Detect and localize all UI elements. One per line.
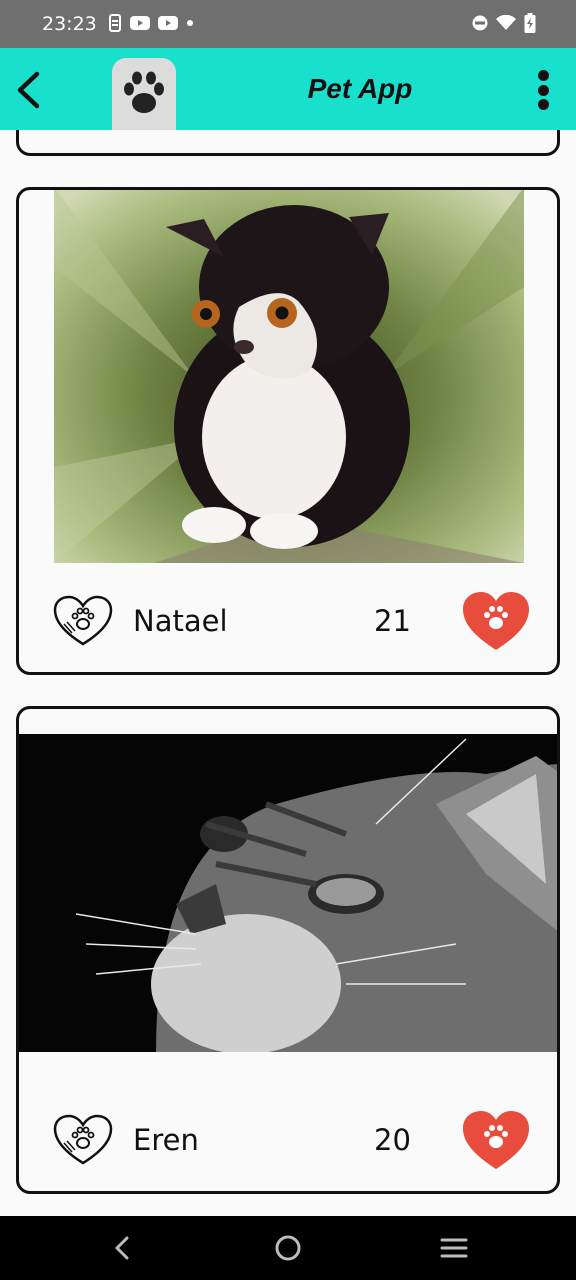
chevron-left-icon bbox=[17, 71, 40, 109]
youtube-icon bbox=[130, 16, 150, 30]
pet-card-footer: Natael 21 bbox=[19, 580, 557, 660]
back-button[interactable] bbox=[8, 68, 48, 112]
more-options-button[interactable] bbox=[528, 68, 558, 112]
heart-paw-filled-icon[interactable] bbox=[461, 1109, 531, 1171]
more-vertical-icon bbox=[537, 70, 549, 81]
pet-card[interactable] bbox=[16, 130, 560, 156]
status-time: 23:23 bbox=[42, 13, 97, 35]
pet-card-footer: Eren 20 bbox=[19, 1099, 557, 1179]
battery-charging-icon bbox=[524, 13, 536, 33]
kitten-illustration bbox=[54, 190, 524, 563]
more-vertical-icon bbox=[537, 99, 549, 110]
wifi-icon bbox=[496, 15, 516, 30]
more-vertical-icon bbox=[537, 84, 549, 96]
heart-paw-outline-icon bbox=[53, 1114, 113, 1165]
dot-icon bbox=[187, 20, 193, 26]
do-not-disturb-icon bbox=[472, 15, 488, 31]
system-nav-bar bbox=[0, 1216, 576, 1280]
pet-feed[interactable]: Natael 21 Eren 20 bbox=[0, 130, 576, 1216]
paw-icon bbox=[124, 71, 164, 113]
recents-icon bbox=[440, 1238, 468, 1258]
pet-card[interactable]: Eren 20 bbox=[16, 706, 560, 1194]
like-count: 21 bbox=[374, 604, 411, 638]
like-count: 20 bbox=[374, 1123, 411, 1157]
home-icon bbox=[275, 1235, 301, 1261]
back-icon bbox=[115, 1236, 129, 1260]
heart-paw-filled-icon[interactable] bbox=[461, 590, 531, 652]
status-icons-left bbox=[108, 14, 194, 32]
status-bar: 23:23 bbox=[0, 0, 576, 48]
app-bar: Pet App bbox=[0, 48, 576, 130]
status-icons-right bbox=[472, 13, 536, 33]
app-logo bbox=[112, 58, 176, 130]
heart-paw-outline-icon bbox=[53, 595, 113, 646]
screenshot-icon bbox=[109, 14, 121, 32]
pet-photo[interactable] bbox=[54, 190, 524, 563]
nav-recents-button[interactable] bbox=[434, 1230, 474, 1266]
app-title: Pet App bbox=[307, 73, 413, 104]
youtube-icon bbox=[158, 16, 178, 30]
pet-name: Natael bbox=[133, 604, 228, 638]
tabby-cat-illustration bbox=[19, 734, 557, 1052]
pet-photo[interactable] bbox=[19, 734, 557, 1052]
nav-home-button[interactable] bbox=[268, 1230, 308, 1266]
pet-name: Eren bbox=[133, 1123, 199, 1157]
pet-card[interactable]: Natael 21 bbox=[16, 187, 560, 675]
nav-back-button[interactable] bbox=[102, 1230, 142, 1266]
screen: 23:23 Pet App Natael 21 Eren 20 bbox=[0, 0, 576, 1280]
